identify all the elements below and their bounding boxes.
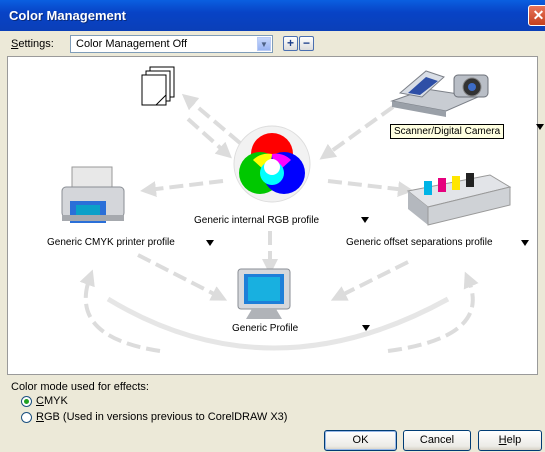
arrow-monitor-to-printer xyxy=(79,269,161,353)
delete-preset-button[interactable]: − xyxy=(299,36,314,51)
title-bar[interactable]: Color Management ✕ xyxy=(0,0,545,31)
cmyk-radio[interactable] xyxy=(21,396,32,407)
arrow-monitor-to-press xyxy=(387,271,479,353)
cmyk-radio-label[interactable]: CMYK xyxy=(36,395,68,407)
rgb-color-wheel-icon xyxy=(233,125,311,203)
monitor-profile-label: Generic Profile xyxy=(232,323,299,334)
monitor-icon xyxy=(237,268,291,319)
minus-icon: − xyxy=(302,36,310,50)
close-icon: ✕ xyxy=(532,7,545,23)
offset-press-icon xyxy=(406,173,512,226)
rgb-profile-label: Generic internal RGB profile xyxy=(194,215,320,226)
printer-icon xyxy=(61,166,125,223)
separations-profile-dropdown-icon[interactable] xyxy=(521,240,529,246)
settings-dropdown[interactable]: Color Management Off ▼ xyxy=(70,35,273,53)
scanner-profile-dropdown-icon[interactable] xyxy=(536,124,544,130)
close-button[interactable]: ✕ xyxy=(528,5,545,26)
plus-icon: + xyxy=(286,36,294,50)
printer-profile-label: Generic CMYK printer profile xyxy=(47,237,175,248)
scanner-tooltip: Scanner/Digital Camera xyxy=(390,124,505,139)
rgb-profile-dropdown-icon[interactable] xyxy=(361,217,369,223)
chevron-down-icon[interactable]: ▼ xyxy=(257,37,271,51)
arrow-scanner-to-rgb xyxy=(319,105,395,160)
rgb-radio[interactable] xyxy=(21,412,32,423)
settings-row: Settings: Color Management Off ▼ + − xyxy=(0,31,545,57)
arrow-rgb-to-press xyxy=(327,179,414,198)
settings-label: Settings: xyxy=(11,38,54,50)
arrow-printer-to-monitor xyxy=(137,253,228,301)
separations-profile-label: Generic offset separations profile xyxy=(346,237,493,248)
printer-profile-dropdown-icon[interactable] xyxy=(206,240,214,246)
monitor-profile-dropdown-icon[interactable] xyxy=(362,325,370,331)
window-title: Color Management xyxy=(9,8,127,23)
rgb-radio-label[interactable]: RGB (Used in versions previous to CorelD… xyxy=(36,411,287,423)
effects-mode-label: Color mode used for effects: xyxy=(11,381,149,393)
arrow-rgb-to-printer xyxy=(140,179,224,197)
cancel-button[interactable]: Cancel xyxy=(403,430,471,451)
arrow-press-to-monitor xyxy=(330,260,409,301)
color-flow-diagram: Generic internal RGB profile Generic CMY… xyxy=(7,56,538,375)
settings-dropdown-value: Color Management Off xyxy=(76,38,188,50)
add-preset-button[interactable]: + xyxy=(283,36,298,51)
ok-button[interactable]: OK xyxy=(324,430,397,451)
documents-icon xyxy=(141,66,175,106)
help-button[interactable]: Help xyxy=(478,430,542,451)
scanner-camera-icon[interactable] xyxy=(386,63,506,123)
